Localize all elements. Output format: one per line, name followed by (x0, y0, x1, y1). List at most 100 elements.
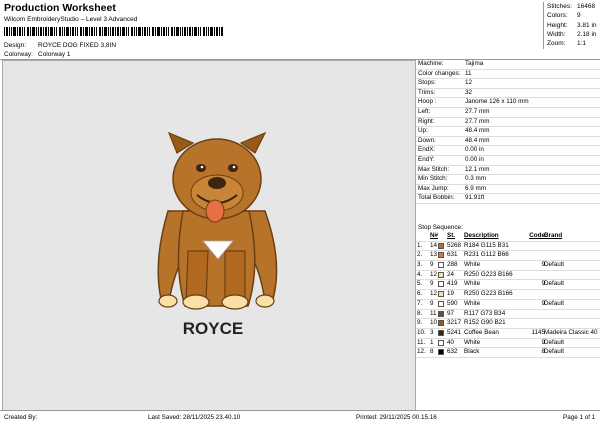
color-brand: Default (544, 261, 564, 269)
stitch-count: 24 (447, 270, 455, 278)
colorway-value: Colorway 1 (38, 51, 71, 58)
stat-height: Height: 3.81 in (544, 21, 600, 30)
info-row: Total Bobbin: 91.91ft (416, 194, 600, 204)
row-index: 10. (417, 328, 426, 336)
color-swatch (438, 252, 444, 259)
color-swatch (438, 310, 444, 317)
color-description: White (464, 280, 481, 288)
info-label: Hoop : (418, 98, 437, 106)
color-swatch (438, 262, 444, 269)
table-row: 6. 12 19 R250 G223 B166 (416, 290, 600, 300)
table-row: 9. 10 3217 R152 G90 B21 (416, 319, 600, 329)
stat-label: Colors: (547, 12, 568, 20)
dog-embroidery-image: ROYCE (157, 131, 278, 338)
table-row: 11. 1 40 White 9 Default (416, 339, 600, 349)
stat-label: Width: (547, 30, 566, 38)
stat-value: 2.18 in (577, 30, 597, 38)
info-row: Down: 48.4 mm (416, 137, 600, 147)
row-index: 1. (417, 241, 423, 249)
table-row: 2. 13 631 R231 G112 B66 (416, 251, 600, 262)
info-label: Max Stitch: (418, 165, 450, 173)
color-description: Black (464, 348, 480, 356)
info-row: EndX: 0.00 in (416, 146, 600, 156)
info-label: Max Jump: (418, 184, 449, 192)
stop-sequence-table: N# St. Description Code Brand 1. 14 5268 R1… (416, 232, 600, 358)
info-label: Left: (418, 107, 431, 115)
info-row: Hoop : Janome 126 x 110 mm (416, 98, 600, 108)
header-st: St. (447, 232, 456, 239)
info-label: Machine: (418, 60, 444, 67)
design-preview: ROYCE (2, 60, 416, 411)
row-index: 4. (417, 270, 423, 278)
needle-number: 3 (430, 328, 434, 336)
color-description: R184 G115 B31 (464, 241, 509, 249)
table-row: 5. 9 419 White 9 Default (416, 280, 600, 291)
info-value: 12 (465, 79, 473, 87)
info-label: Total Bobbin: (418, 194, 455, 202)
needle-number: 11 (430, 309, 437, 317)
color-brand: Madeira Classic 40 (544, 328, 598, 336)
needle-number: 8 (430, 348, 434, 356)
stitch-count: 631 (447, 251, 458, 259)
info-value: 32 (465, 88, 473, 96)
color-swatch (438, 242, 444, 249)
needle-number: 12 (430, 270, 438, 278)
color-brand: Default (544, 280, 564, 288)
row-index: 7. (417, 299, 423, 307)
table-row: 12. 8 632 Black 8 Default (416, 348, 600, 358)
color-description: R231 G112 B66 (464, 251, 509, 259)
info-label: Min Stitch: (418, 175, 448, 183)
row-index: 3. (417, 261, 423, 269)
stat-value: 3.81 in (577, 21, 597, 29)
color-swatch (438, 320, 444, 327)
worksheet-title: Production Worksheet (4, 2, 116, 14)
needle-number: 12 (430, 290, 438, 298)
row-index: 5. (417, 280, 423, 288)
barcode (4, 27, 223, 36)
design-info: Design: ROYCE DOG FIXED 3,8IN Colorway: Co… (4, 41, 116, 59)
stitch-count: 5268 (447, 241, 462, 249)
stitch-count: 97 (447, 309, 455, 317)
needle-number: 9 (430, 280, 434, 288)
stat-label: Zoom: (547, 40, 566, 48)
needle-number: 10 (430, 319, 438, 327)
stitch-count: 288 (447, 261, 458, 269)
table-row: 4. 12 24 R250 G223 B166 (416, 271, 600, 281)
stat-width: Width: 2.18 in (544, 30, 600, 39)
info-label: Down: (418, 136, 436, 144)
info-label: Trims: (418, 88, 436, 96)
color-swatch (438, 271, 444, 278)
software-name: Wilcom EmbroideryStudio – Level 3 Advanc… (4, 16, 138, 23)
color-code: 8 (541, 348, 545, 356)
color-description: R250 G223 B166 (464, 290, 513, 298)
info-row: Up: 48.4 mm (416, 127, 600, 137)
info-row: Min Stitch: 0.3 mm (416, 175, 600, 185)
info-value: 27.7 mm (465, 107, 490, 115)
row-index: 6. (417, 290, 423, 298)
needle-number: 9 (430, 261, 434, 269)
color-brand: Default (544, 348, 564, 356)
footer-last-saved: Last Saved: 28/11/2025 23.40.10 (148, 414, 241, 421)
color-description: R152 G90 B21 (464, 319, 506, 327)
table-row: 3. 9 288 White 9 Default (416, 261, 600, 271)
header-brand: Brand (544, 232, 563, 239)
table-row: 10. 3 5241 Coffee Bean 1145 Madeira Classic 4… (416, 329, 600, 339)
row-index: 2. (417, 251, 423, 259)
info-label: Up: (418, 127, 428, 135)
color-description: Coffee Bean (464, 328, 499, 336)
color-swatch (438, 329, 444, 336)
info-row: Machine: Tajima (416, 60, 600, 70)
color-description: White (464, 338, 481, 346)
stat-label: Stitches: (547, 3, 572, 10)
info-label: Color changes: (418, 69, 461, 77)
info-row: Color changes: 11 (416, 70, 600, 80)
footer-created-by: Created By: (4, 414, 38, 421)
color-code: 9 (541, 299, 545, 307)
info-label: Stops: (418, 79, 436, 87)
info-value: 12.1 mm (465, 165, 490, 173)
info-row: Max Jump: 6.9 mm (416, 185, 600, 195)
stop-sequence-title: Stop Sequence: (418, 224, 463, 231)
color-description: White (464, 299, 481, 307)
stat-colors: Colors: 9 (544, 11, 600, 20)
stats-panel: Stitches: 16468 Colors: 9 Height: 3.81 in W… (543, 2, 600, 49)
